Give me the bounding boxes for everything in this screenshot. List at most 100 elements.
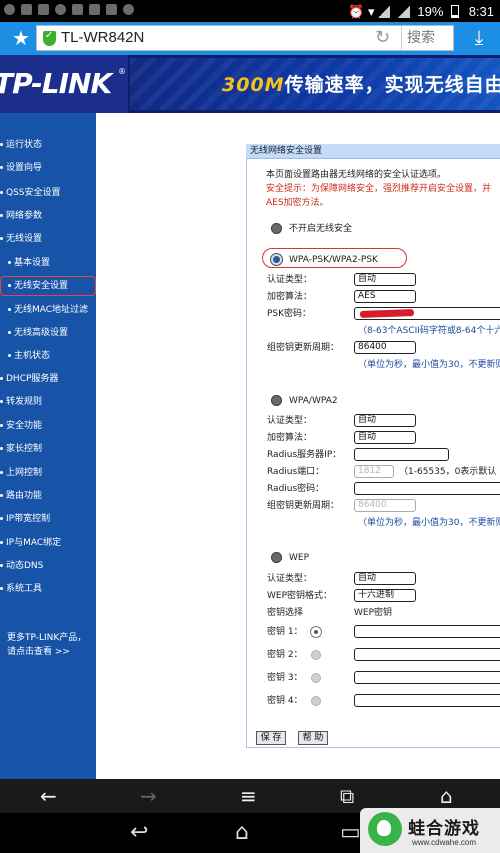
option-no-security-label: 不开启无线安全 [289, 224, 353, 234]
status-bar: ⏰ ▾ 19% 8:31 [0, 0, 500, 22]
wpa-renew-hint: （单位为秒，最小值为30，不更新则 [358, 518, 500, 528]
wep-key2-label: 密钥 2： [267, 650, 303, 660]
radius-password-label: Radius密码： [267, 484, 325, 494]
sidebar-item-parental[interactable]: 家长控制 [0, 439, 96, 459]
app-icon [123, 4, 134, 15]
clock: 8:31 [468, 3, 494, 19]
tabs-icon[interactable]: ⧉ [340, 784, 354, 808]
psk-password-label: PSK密码： [267, 309, 312, 319]
wpa-auth-select[interactable]: 自动 [354, 414, 416, 427]
wpa-enc-label: 加密算法： [267, 433, 313, 443]
watermark-title: 蛙合游戏 [408, 819, 480, 839]
sidebar-item-wireless-advanced[interactable]: 无线高级设置 [0, 323, 96, 343]
sidebar-item-wireless[interactable]: 无线设置 [0, 229, 96, 249]
sidebar-item-wireless-security[interactable]: 无线安全设置 [0, 276, 96, 296]
frog-logo-icon [368, 812, 402, 846]
radio-wpa-psk[interactable] [271, 254, 282, 265]
sidebar-item-network[interactable]: 网络参数 [0, 206, 96, 226]
radio-key3[interactable] [311, 673, 321, 683]
radio-wep[interactable] [271, 552, 282, 563]
radius-ip-input[interactable] [354, 448, 449, 461]
sidebar-item-mac-filter[interactable]: 无线MAC地址过滤 [0, 300, 96, 320]
battery-icon [451, 5, 460, 19]
radio-key4[interactable] [311, 696, 321, 706]
wep-key4-input[interactable] [354, 694, 500, 707]
sidebar-item-routing[interactable]: 路由功能 [0, 486, 96, 506]
tplink-logo: TP-LINK ® [0, 55, 128, 113]
panel-title: 无线网络安全设置 [246, 144, 500, 159]
wifi-icon: ▾ [368, 3, 375, 19]
more-products-link[interactable]: 更多TP-LINK产品， 请点击查看 >> [7, 631, 95, 659]
radius-password-input[interactable] [354, 482, 500, 495]
browser-toolbar: ★ TL-WR842N ↻ 搜索 ⤓ [0, 22, 500, 55]
sidebar-item-bandwidth[interactable]: IP带宽控制 [0, 509, 96, 529]
option-wpa-label: WPA/WPA2 [289, 396, 338, 406]
option-wpa-psk-label: WPA-PSK/WPA2-PSK [289, 255, 378, 265]
wpa-psk-auth-label: 认证类型： [267, 275, 313, 285]
radio-key1[interactable] [311, 627, 321, 637]
radius-port-hint: （1-65535，0表示默认 [399, 467, 497, 477]
sidebar-item-security[interactable]: 安全功能 [0, 416, 96, 436]
system-recents-icon[interactable]: ▭ [340, 821, 361, 845]
psk-password-input[interactable] [354, 307, 500, 320]
wep-key2-input[interactable] [354, 648, 500, 661]
image-icon [38, 4, 49, 15]
sidebar-item-status[interactable]: 运行状态 [0, 135, 96, 155]
app-icon [21, 4, 32, 15]
star-icon[interactable]: ★ [12, 26, 30, 50]
wep-key-header: WEP密钥 [354, 608, 393, 618]
sidebar-item-wizard[interactable]: 设置向导 [0, 158, 96, 178]
wpa-enc-select[interactable]: 自动 [354, 431, 416, 444]
menu-icon[interactable]: ≡ [240, 784, 257, 808]
wpa-psk-enc-select[interactable]: AES [354, 290, 416, 303]
wpa-auth-label: 认证类型： [267, 416, 313, 426]
app-icon [89, 4, 100, 15]
sidebar-item-system-tools[interactable]: 系统工具 [0, 579, 96, 599]
shield-icon [43, 30, 56, 46]
sidebar-item-basic[interactable]: 基本设置 [0, 253, 96, 273]
home-icon[interactable]: ⌂ [440, 784, 453, 808]
address-bar[interactable]: TL-WR842N ↻ 搜索 [36, 25, 454, 51]
app-icon [106, 4, 117, 15]
status-right: ⏰ ▾ 19% 8:31 [348, 3, 494, 20]
radio-wpa[interactable] [271, 395, 282, 406]
help-button[interactable]: 帮 助 [298, 731, 328, 745]
watermark: 蛙合游戏 www.cdwahe.com [360, 808, 500, 853]
radius-port-label: Radius端口： [267, 467, 325, 477]
sidebar-item-dhcp[interactable]: DHCP服务器 [0, 369, 96, 389]
wep-auth-select[interactable]: 自动 [354, 572, 416, 585]
app-icon [55, 4, 66, 15]
sidebar-item-ip-mac[interactable]: IP与MAC绑定 [0, 533, 96, 553]
save-button[interactable]: 保 存 [256, 731, 286, 745]
wep-key1-label: 密钥 1： [267, 627, 303, 637]
radio-key2[interactable] [311, 650, 321, 660]
radius-port-input[interactable]: 1812 [354, 465, 394, 478]
wpa-psk-renew-input[interactable]: 86400 [354, 341, 416, 354]
wep-format-select[interactable]: 十六进制 [354, 589, 416, 602]
sidebar-item-access-control[interactable]: 上网控制 [0, 463, 96, 483]
sidebar-item-forwarding[interactable]: 转发规则 [0, 392, 96, 412]
download-icon[interactable]: ⤓ [464, 25, 494, 51]
key-select-label: 密钥选择 [267, 608, 304, 618]
system-back-icon[interactable]: ↩ [130, 821, 148, 845]
option-wep-label: WEP [289, 553, 310, 563]
radius-ip-label: Radius服务器IP： [267, 450, 342, 460]
search-button[interactable]: 搜索 [401, 26, 454, 50]
wpa-psk-auth-select[interactable]: 自动 [354, 273, 416, 286]
radio-no-security[interactable] [271, 223, 282, 234]
sidebar-item-qss[interactable]: QSS安全设置 [0, 183, 96, 203]
back-arrow-icon[interactable]: ← [40, 784, 57, 808]
app-icon [72, 4, 83, 15]
sidebar-item-ddns[interactable]: 动态DNS [0, 556, 96, 576]
watermark-url: www.cdwahe.com [412, 838, 477, 847]
system-home-icon[interactable]: ⌂ [235, 821, 249, 845]
security-warning-cont: AES加密方法。 [266, 198, 329, 208]
wep-key1-input[interactable] [354, 625, 500, 638]
forward-arrow-icon[interactable]: → [140, 784, 157, 808]
sidebar-item-host-status[interactable]: 主机状态 [0, 346, 96, 366]
reload-icon[interactable]: ↻ [375, 27, 390, 48]
wpa-renew-input[interactable]: 86400 [354, 499, 416, 512]
wep-key3-input[interactable] [354, 671, 500, 684]
wep-key4-label: 密钥 4： [267, 696, 303, 706]
battery-percent: 19% [417, 3, 444, 19]
